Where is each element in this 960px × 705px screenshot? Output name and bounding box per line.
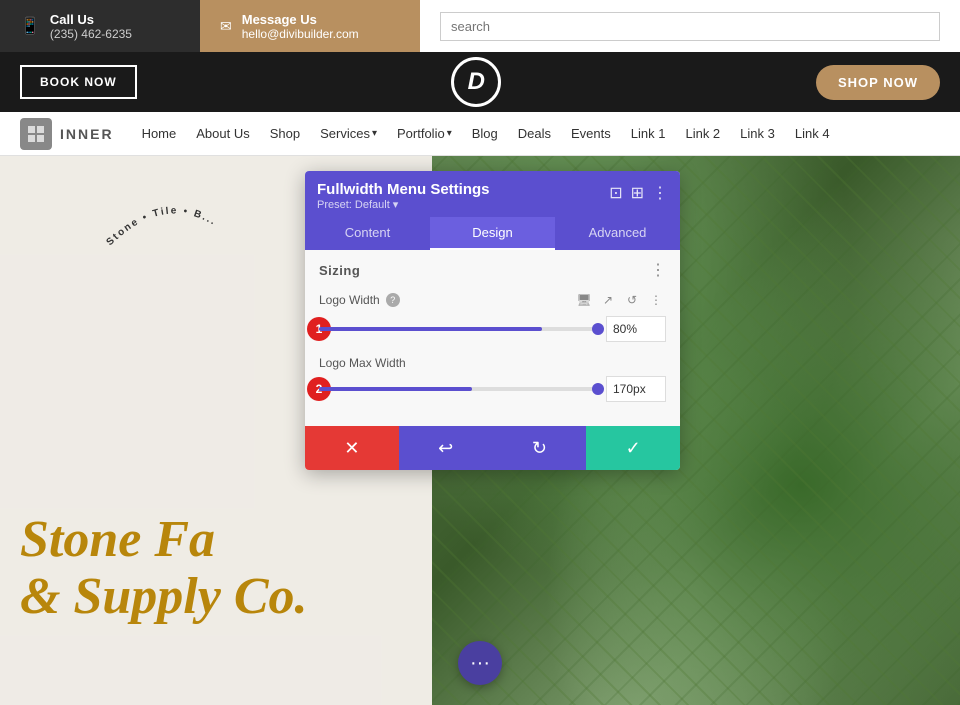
nav-item-services[interactable]: Services <box>312 122 385 145</box>
logo-width-icons: 🖥 ↗ ↺ ⋮ <box>574 290 666 310</box>
nav-item-link2[interactable]: Link 2 <box>677 122 728 145</box>
chevron-down-icon: ▾ <box>393 198 399 211</box>
panel-title-area: Fullwidth Menu Settings Preset: Default … <box>317 181 609 211</box>
sizing-more-icon[interactable]: ⋮ <box>650 260 666 280</box>
nav-logo-area: INNER <box>20 118 114 150</box>
stone-title-line1: Stone Fa <box>20 511 215 568</box>
svg-text:Stone • Tile • B...: Stone • Tile • B... <box>105 205 219 248</box>
panel-preset[interactable]: Preset: Default ▾ <box>317 198 609 211</box>
message-email: hello@divibuilder.com <box>242 27 359 41</box>
logo-max-width-header: Logo Max Width <box>319 356 666 370</box>
header: BOOK NOW D SHOP NOW <box>0 52 960 112</box>
search-area <box>420 0 960 52</box>
logo-width-field: Logo Width ? 🖥 ↗ ↺ ⋮ 1 <box>319 290 666 342</box>
nav-item-home[interactable]: Home <box>134 122 185 145</box>
expand-icon[interactable]: ⊡ <box>609 183 622 203</box>
shop-now-button[interactable]: SHOP NOW <box>816 65 940 100</box>
reset-icon[interactable]: ↺ <box>622 290 642 310</box>
logo-width-slider-fill <box>319 327 542 331</box>
curved-text-area: Stone • Tile • B... <box>100 176 220 256</box>
nav-logo-text: INNER <box>60 126 114 142</box>
tab-content[interactable]: Content <box>305 217 430 250</box>
logo-width-help-icon[interactable]: ? <box>386 293 400 307</box>
panel-header-icons: ⊡ ⊞ ⋮ <box>609 181 668 203</box>
message-section: ✉ Message Us hello@divibuilder.com <box>200 0 420 52</box>
nav-item-link1[interactable]: Link 1 <box>623 122 674 145</box>
tab-advanced[interactable]: Advanced <box>555 217 680 250</box>
desktop-icon[interactable]: 🖥 <box>574 290 594 310</box>
logo-max-width-value[interactable]: 170px <box>606 376 666 402</box>
nav-item-link3[interactable]: Link 3 <box>732 122 783 145</box>
main-content: Stone • Tile • B... Stone Fa & Supply Co… <box>0 156 960 705</box>
call-section: 📱 Call Us (235) 462-6235 <box>0 0 200 52</box>
split-icon[interactable]: ⊞ <box>631 183 644 203</box>
cancel-button[interactable]: ✕ <box>305 426 399 470</box>
confirm-button[interactable]: ✓ <box>586 426 680 470</box>
floating-action-button[interactable]: ··· <box>458 641 502 685</box>
logo-width-thumb[interactable] <box>592 323 604 335</box>
logo-width-label: Logo Width <box>319 293 380 307</box>
book-now-button[interactable]: BOOK NOW <box>20 65 137 99</box>
cursor-icon[interactable]: ↗ <box>598 290 618 310</box>
logo-max-width-field: Logo Max Width 2 170px <box>319 356 666 402</box>
stone-title-area: Stone Fa & Supply Co. <box>20 511 340 625</box>
nav-logo-icon <box>20 118 52 150</box>
search-input[interactable] <box>440 12 940 41</box>
nav-item-link4[interactable]: Link 4 <box>787 122 838 145</box>
curved-text-svg: Stone • Tile • B... <box>100 176 250 256</box>
call-number: (235) 462-6235 <box>50 27 132 41</box>
phone-icon: 📱 <box>20 16 40 36</box>
call-text: Call Us (235) 462-6235 <box>50 12 132 41</box>
panel-title: Fullwidth Menu Settings <box>317 181 609 198</box>
message-text: Message Us hello@divibuilder.com <box>242 12 359 41</box>
nav-item-blog[interactable]: Blog <box>464 122 506 145</box>
logo-max-width-thumb[interactable] <box>592 383 604 395</box>
nav-item-deals[interactable]: Deals <box>510 122 559 145</box>
options-icon[interactable]: ⋮ <box>646 290 666 310</box>
redo-button[interactable]: ↻ <box>493 426 587 470</box>
settings-panel: Fullwidth Menu Settings Preset: Default … <box>305 171 680 470</box>
logo-max-width-slider[interactable] <box>319 387 598 391</box>
undo-button[interactable]: ↩ <box>399 426 493 470</box>
logo-width-slider-row: 1 80% <box>319 316 666 342</box>
nav-item-about[interactable]: About Us <box>188 122 257 145</box>
logo-letter: D <box>468 68 485 96</box>
fab-icon: ··· <box>470 652 490 675</box>
logo-max-width-slider-row: 2 170px <box>319 376 666 402</box>
logo-max-width-slider-fill <box>319 387 472 391</box>
nav-item-events[interactable]: Events <box>563 122 619 145</box>
sizing-section-header: Sizing ⋮ <box>319 260 666 280</box>
panel-tabs: Content Design Advanced <box>305 217 680 250</box>
top-bar: 📱 Call Us (235) 462-6235 ✉ Message Us he… <box>0 0 960 52</box>
panel-header: Fullwidth Menu Settings Preset: Default … <box>305 171 680 217</box>
more-icon[interactable]: ⋮ <box>652 183 668 203</box>
logo-width-slider[interactable] <box>319 327 598 331</box>
panel-body: Sizing ⋮ Logo Width ? 🖥 ↗ ↺ ⋮ 1 <box>305 250 680 426</box>
inner-logo-svg <box>26 124 46 144</box>
email-icon: ✉ <box>220 18 232 35</box>
site-logo: D <box>451 57 501 107</box>
nav-item-portfolio[interactable]: Portfolio <box>389 122 460 145</box>
logo-width-header: Logo Width ? 🖥 ↗ ↺ ⋮ <box>319 290 666 310</box>
stone-main-title: Stone Fa & Supply Co. <box>20 511 340 625</box>
logo-width-value[interactable]: 80% <box>606 316 666 342</box>
nav-bar: INNER Home About Us Shop Services Portfo… <box>0 112 960 156</box>
call-title: Call Us <box>50 12 132 27</box>
message-title: Message Us <box>242 12 359 27</box>
panel-footer: ✕ ↩ ↻ ✓ <box>305 426 680 470</box>
sizing-section-title: Sizing <box>319 263 360 278</box>
stone-title-line2: & Supply Co. <box>20 568 308 625</box>
nav-item-shop[interactable]: Shop <box>262 122 308 145</box>
logo-max-width-label: Logo Max Width <box>319 356 406 370</box>
tab-design[interactable]: Design <box>430 217 555 250</box>
